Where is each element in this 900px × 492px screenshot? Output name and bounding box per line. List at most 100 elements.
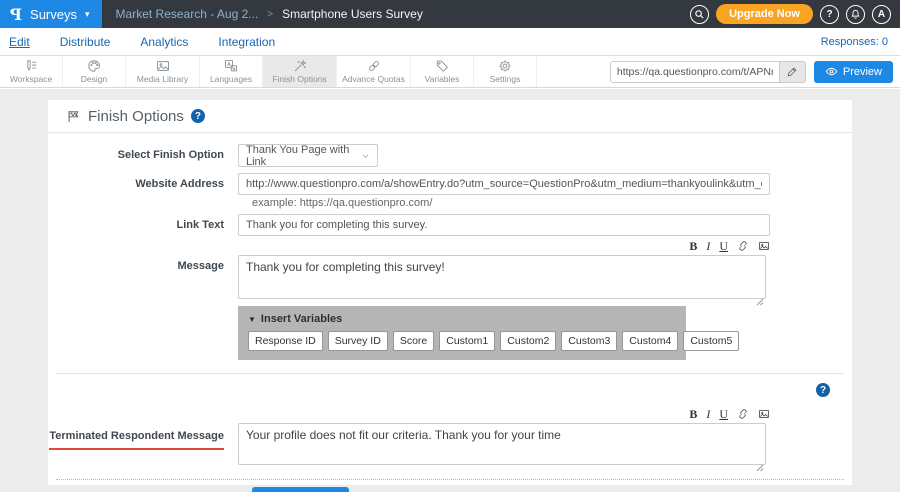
languages-icon: Aa <box>224 59 238 73</box>
edit-url-button[interactable] <box>779 61 805 83</box>
terminated-message-label: Terminated Respondent Message <box>49 426 224 450</box>
message-row: Message B I U Thank you for completing t… <box>48 239 852 360</box>
tool-languages[interactable]: Aa Languages <box>200 56 263 87</box>
media-library-icon <box>156 59 170 73</box>
breadcrumb-survey-name[interactable]: Smartphone Users Survey <box>282 7 423 21</box>
finish-option-selected-value: Thank You Page with Link <box>246 144 361 168</box>
insert-variables-title: Insert Variables <box>261 313 342 325</box>
var-survey-id-button[interactable]: Survey ID <box>328 331 388 351</box>
link-icon[interactable] <box>737 408 749 420</box>
message-label: Message <box>48 239 238 277</box>
questionpro-logo-icon: P <box>10 5 22 24</box>
underline-button[interactable]: U <box>719 239 728 254</box>
tab-integration[interactable]: Integration <box>218 35 275 49</box>
terminated-help-icon[interactable]: ? <box>816 383 830 397</box>
primary-nav: Edit Distribute Analytics Integration Re… <box>0 28 900 56</box>
chevron-down-icon <box>361 151 370 161</box>
finish-options-form: Select Finish Option Thank You Page with… <box>48 133 852 492</box>
message-format-toolbar: B I U <box>238 239 770 253</box>
search-icon <box>694 9 705 20</box>
design-icon <box>87 59 101 73</box>
eye-icon <box>825 65 838 78</box>
finish-flag-icon <box>66 109 81 124</box>
italic-button[interactable]: I <box>706 239 710 254</box>
survey-url-input[interactable] <box>611 66 779 78</box>
upgrade-now-button[interactable]: Upgrade Now <box>716 4 813 24</box>
responses-count[interactable]: Responses: 0 <box>821 36 900 48</box>
product-name: Surveys <box>30 7 77 22</box>
var-response-id-button[interactable]: Response ID <box>248 331 323 351</box>
section-divider <box>56 373 844 374</box>
var-custom4-button[interactable]: Custom4 <box>622 331 678 351</box>
tool-workspace[interactable]: Workspace <box>0 56 63 87</box>
tool-variables[interactable]: Variables <box>411 56 474 87</box>
terminated-help-row: ? <box>48 383 852 397</box>
advance-quotas-icon <box>367 59 381 73</box>
page-title: Finish Options <box>88 108 184 125</box>
tool-settings[interactable]: Settings <box>474 56 537 87</box>
var-custom5-button[interactable]: Custom5 <box>683 331 739 351</box>
tool-finish-options[interactable]: Finish Options <box>263 56 337 87</box>
insert-image-icon[interactable] <box>758 240 770 252</box>
svg-text:a: a <box>233 66 236 71</box>
link-text-row: Link Text <box>48 214 852 236</box>
website-address-row: Website Address <box>48 173 852 195</box>
account-avatar[interactable]: A <box>872 5 891 24</box>
var-custom3-button[interactable]: Custom3 <box>561 331 617 351</box>
italic-button[interactable]: I <box>706 407 710 422</box>
finish-option-label: Select Finish Option <box>48 144 238 166</box>
preview-button[interactable]: Preview <box>814 61 893 83</box>
message-textarea[interactable]: Thank you for completing this survey! <box>238 255 766 299</box>
breadcrumb-separator: > <box>267 9 273 20</box>
var-custom2-button[interactable]: Custom2 <box>500 331 556 351</box>
workspace-icon <box>24 59 38 73</box>
website-address-label: Website Address <box>48 173 238 195</box>
save-changes-button[interactable]: Save Changes <box>252 487 349 492</box>
terminated-format-toolbar: B I U <box>238 407 770 421</box>
bold-button[interactable]: B <box>689 407 697 422</box>
link-text-label: Link Text <box>48 214 238 236</box>
edit-toolbar: Workspace Design Media Library Aa Langua… <box>0 56 900 88</box>
tab-edit[interactable]: Edit <box>9 35 30 49</box>
finish-options-icon <box>293 59 307 73</box>
bold-button[interactable]: B <box>689 239 697 254</box>
toolbar-right: Preview <box>610 56 900 87</box>
insert-variables-toggle[interactable]: ▼ Insert Variables <box>248 313 676 325</box>
save-divider <box>56 479 844 480</box>
tool-advance-quotas[interactable]: Advance Quotas <box>337 56 411 87</box>
terminated-message-row: Terminated Respondent Message B I U Your… <box>48 407 852 470</box>
breadcrumb: Market Research - Aug 2... > Smartphone … <box>116 7 423 21</box>
topbar: P Surveys ▾ Market Research - Aug 2... >… <box>0 0 900 28</box>
surveys-menu[interactable]: P Surveys ▾ <box>0 0 102 28</box>
app-window: P Surveys ▾ Market Research - Aug 2... >… <box>0 0 900 492</box>
finish-option-select[interactable]: Thank You Page with Link <box>238 144 378 167</box>
search-button[interactable] <box>690 5 709 24</box>
tool-media-library[interactable]: Media Library <box>126 56 200 87</box>
settings-icon <box>498 59 512 73</box>
website-address-input[interactable] <box>238 173 770 195</box>
terminated-message-textarea[interactable]: Your profile does not fit our criteria. … <box>238 423 766 465</box>
notifications-button[interactable] <box>846 5 865 24</box>
link-icon[interactable] <box>737 240 749 252</box>
insert-variables-buttons: Response ID Survey ID Score Custom1 Cust… <box>248 331 676 351</box>
finish-option-row: Select Finish Option Thank You Page with… <box>48 144 852 167</box>
help-button[interactable]: ? <box>820 5 839 24</box>
bell-icon <box>850 9 861 20</box>
link-text-input[interactable] <box>238 214 770 236</box>
tool-design[interactable]: Design <box>63 56 126 87</box>
underline-button[interactable]: U <box>719 407 728 422</box>
tab-analytics[interactable]: Analytics <box>140 35 188 49</box>
chevron-down-icon: ▾ <box>85 9 90 20</box>
survey-url-box <box>610 61 806 83</box>
breadcrumb-folder[interactable]: Market Research - Aug 2... <box>116 7 259 21</box>
finish-options-help-icon[interactable]: ? <box>191 109 205 123</box>
panel-header: Finish Options ? <box>48 100 852 133</box>
pencil-icon <box>787 66 798 77</box>
tab-distribute[interactable]: Distribute <box>60 35 111 49</box>
var-custom1-button[interactable]: Custom1 <box>439 331 495 351</box>
var-score-button[interactable]: Score <box>393 331 434 351</box>
insert-image-icon[interactable] <box>758 408 770 420</box>
variables-icon <box>435 59 449 73</box>
svg-text:A: A <box>227 62 231 68</box>
topbar-actions: Upgrade Now ? A <box>690 4 900 24</box>
